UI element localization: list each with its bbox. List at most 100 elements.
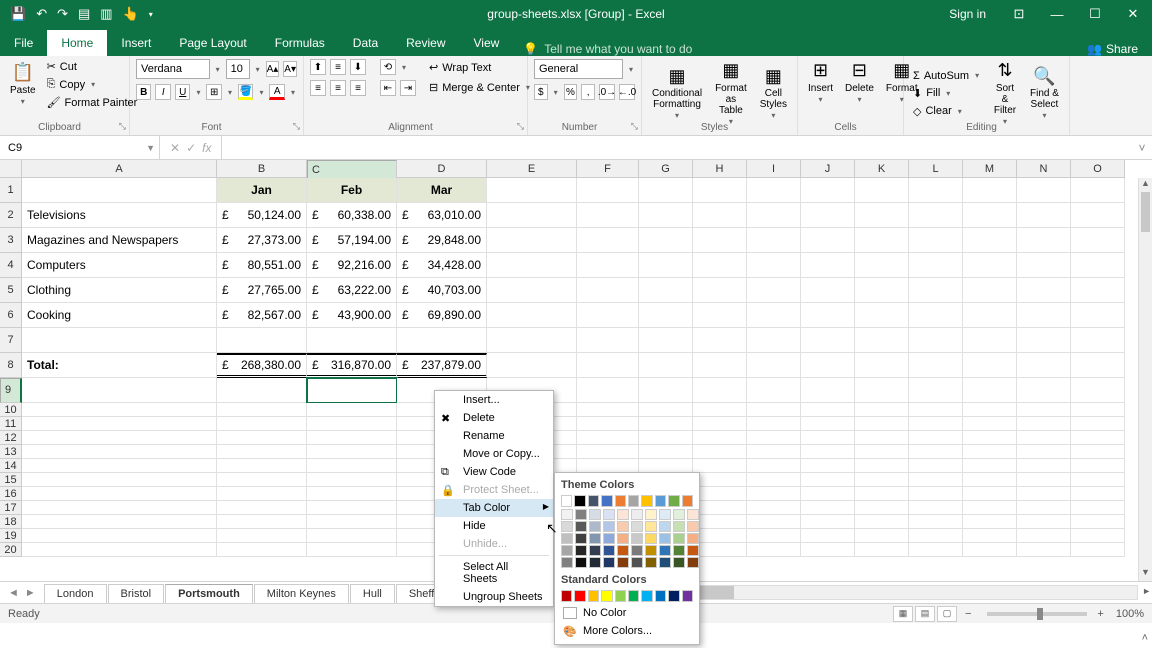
color-swatch[interactable]	[588, 590, 599, 602]
dialog-launcher-icon[interactable]: ⤡	[517, 121, 524, 132]
cell[interactable]	[909, 431, 963, 445]
cell[interactable]	[639, 417, 693, 431]
cell[interactable]	[747, 417, 801, 431]
cell[interactable]	[217, 543, 307, 557]
cell[interactable]	[577, 253, 639, 278]
cell[interactable]	[909, 253, 963, 278]
wrap-text-button[interactable]: ↩Wrap Text	[426, 60, 535, 75]
color-swatch[interactable]	[631, 533, 643, 544]
cell[interactable]	[577, 203, 639, 228]
cell[interactable]	[801, 303, 855, 328]
cell[interactable]	[217, 417, 307, 431]
cell[interactable]	[1071, 278, 1125, 303]
ctx-rename[interactable]: Rename	[435, 427, 553, 445]
no-color-option[interactable]: No Color	[561, 604, 693, 622]
cell[interactable]	[1017, 278, 1071, 303]
cell[interactable]: Mar	[397, 178, 487, 203]
color-swatch[interactable]	[575, 533, 587, 544]
cell[interactable]	[909, 473, 963, 487]
cell[interactable]	[801, 431, 855, 445]
cell[interactable]	[693, 445, 747, 459]
cell[interactable]	[963, 278, 1017, 303]
cell[interactable]	[801, 501, 855, 515]
cell[interactable]: £69,890.00	[397, 303, 487, 328]
cell[interactable]	[963, 543, 1017, 557]
sheet-tab[interactable]: Hull	[350, 584, 395, 603]
cell[interactable]	[693, 303, 747, 328]
row-header-9[interactable]: 9	[0, 378, 22, 403]
col-header-L[interactable]: L	[909, 160, 963, 178]
cell[interactable]	[639, 253, 693, 278]
cell[interactable]	[801, 417, 855, 431]
cell[interactable]	[801, 253, 855, 278]
col-header-K[interactable]: K	[855, 160, 909, 178]
cell[interactable]	[747, 203, 801, 228]
row-header-6[interactable]: 6	[0, 303, 22, 328]
scroll-thumb[interactable]	[1141, 192, 1150, 232]
cell[interactable]	[693, 487, 747, 501]
color-swatch[interactable]	[617, 521, 629, 532]
cell[interactable]	[963, 445, 1017, 459]
cell[interactable]	[801, 543, 855, 557]
col-header-F[interactable]: F	[577, 160, 639, 178]
cell[interactable]	[693, 178, 747, 203]
color-swatch[interactable]	[659, 557, 671, 568]
delete-cells-button[interactable]: ⊟Delete▾	[841, 59, 878, 107]
cell[interactable]	[909, 487, 963, 501]
color-swatch[interactable]	[682, 495, 693, 507]
cell[interactable]	[909, 303, 963, 328]
cell[interactable]	[963, 178, 1017, 203]
ctx-delete[interactable]: ✖Delete	[435, 409, 553, 427]
cell[interactable]	[963, 459, 1017, 473]
cell[interactable]	[307, 515, 397, 529]
cell[interactable]	[855, 473, 909, 487]
color-swatch[interactable]	[628, 590, 639, 602]
cell[interactable]	[1017, 473, 1071, 487]
cell[interactable]	[963, 529, 1017, 543]
cell[interactable]	[1071, 543, 1125, 557]
cell[interactable]	[307, 487, 397, 501]
color-swatch[interactable]	[561, 509, 573, 520]
color-swatch[interactable]	[687, 521, 699, 532]
cell[interactable]	[801, 328, 855, 353]
cell[interactable]	[855, 178, 909, 203]
cell[interactable]	[747, 529, 801, 543]
col-header-E[interactable]: E	[487, 160, 577, 178]
cell[interactable]: Clothing	[22, 278, 217, 303]
cell[interactable]: £82,567.00	[217, 303, 307, 328]
cell[interactable]	[801, 278, 855, 303]
share-button[interactable]: 👥Share	[1073, 42, 1152, 56]
row-header-7[interactable]: 7	[0, 328, 22, 353]
collapse-ribbon-icon[interactable]: ˄	[1142, 632, 1148, 644]
row-header-17[interactable]: 17	[0, 501, 22, 515]
font-name-select[interactable]: Verdana	[136, 59, 210, 79]
cell[interactable]	[22, 417, 217, 431]
cell[interactable]	[855, 228, 909, 253]
name-box[interactable]: C9▼	[0, 136, 160, 159]
color-swatch[interactable]	[668, 495, 679, 507]
ctx-insert[interactable]: Insert...	[435, 391, 553, 409]
cell[interactable]	[693, 278, 747, 303]
cell[interactable]	[577, 445, 639, 459]
dialog-launcher-icon[interactable]: ⤡	[119, 121, 126, 132]
orientation-icon[interactable]: ⟲	[380, 59, 396, 75]
cell[interactable]	[909, 459, 963, 473]
cell[interactable]	[577, 431, 639, 445]
fill-button[interactable]: ⬇Fill▾	[910, 86, 984, 101]
col-header-G[interactable]: G	[639, 160, 693, 178]
cell[interactable]	[963, 431, 1017, 445]
color-swatch[interactable]	[659, 521, 671, 532]
align-middle-icon[interactable]: ≡	[330, 59, 346, 75]
color-swatch[interactable]	[668, 590, 679, 602]
color-swatch[interactable]	[617, 557, 629, 568]
cell[interactable]	[217, 431, 307, 445]
color-swatch[interactable]	[575, 557, 587, 568]
cell[interactable]	[693, 529, 747, 543]
cell[interactable]: £237,879.00	[397, 353, 487, 378]
close-button[interactable]: ✕	[1114, 0, 1152, 28]
scroll-down-icon[interactable]: ▼	[1139, 567, 1152, 581]
cell[interactable]	[1071, 203, 1125, 228]
row-header-20[interactable]: 20	[0, 543, 22, 557]
cell[interactable]	[1017, 431, 1071, 445]
color-swatch[interactable]	[631, 509, 643, 520]
